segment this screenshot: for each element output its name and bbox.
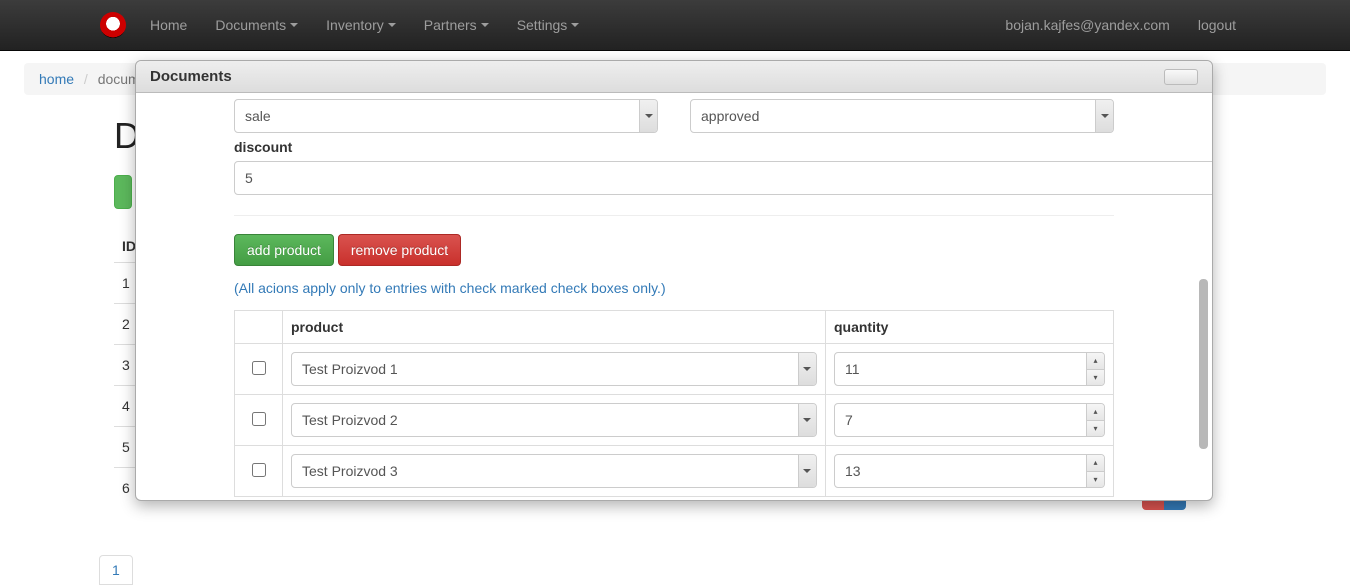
column-quantity: quantity xyxy=(825,311,1113,344)
product-value: Test Proizvod 2 xyxy=(302,412,398,428)
nav-documents[interactable]: Documents xyxy=(201,2,312,48)
spinner-icon[interactable]: ▴▾ xyxy=(1086,353,1104,385)
navbar: Home Documents Inventory Partners Settin… xyxy=(0,0,1350,51)
status-select[interactable]: approved xyxy=(690,99,1114,133)
chevron-down-icon xyxy=(481,23,489,27)
row-checkbox[interactable] xyxy=(252,412,266,426)
table-row: Test Proizvod 1 11 ▴▾ xyxy=(235,344,1114,395)
modal-title: Documents xyxy=(150,68,232,85)
product-select[interactable]: Test Proizvod 3 xyxy=(291,454,817,488)
breadcrumb-separator: / xyxy=(78,71,94,87)
chevron-down-icon xyxy=(290,23,298,27)
column-product: product xyxy=(283,311,826,344)
pagination: 1 xyxy=(99,562,133,578)
product-value: Test Proizvod 1 xyxy=(302,361,398,377)
row-checkbox[interactable] xyxy=(252,361,266,375)
close-button[interactable] xyxy=(1164,69,1198,85)
spinner-icon[interactable]: ▴▾ xyxy=(1086,455,1104,487)
nav-partners[interactable]: Partners xyxy=(410,2,503,48)
nav-documents-label: Documents xyxy=(215,17,286,33)
column-checkbox xyxy=(235,311,283,344)
nav-inventory-label: Inventory xyxy=(326,17,384,33)
chevron-down-icon xyxy=(798,455,816,487)
nav-user[interactable]: bojan.kajfes@yandex.com xyxy=(991,2,1183,48)
chevron-down-icon xyxy=(388,23,396,27)
table-row: 3 xyxy=(114,344,136,385)
type-select[interactable]: sale xyxy=(234,99,658,133)
modal-header: Documents xyxy=(136,61,1212,93)
chevron-down-icon xyxy=(571,23,579,27)
documents-modal: Documents sale approved discount 5 ▴▾ ad… xyxy=(135,60,1213,501)
nav-partners-label: Partners xyxy=(424,17,477,33)
quantity-value: 11 xyxy=(845,361,860,377)
chevron-down-icon xyxy=(639,100,657,132)
products-table: product quantity Test Proizvod 1 11 ▴▾ Te… xyxy=(234,310,1114,497)
quantity-input[interactable]: 7 ▴▾ xyxy=(834,403,1105,437)
helper-text: (All acions apply only to entries with c… xyxy=(234,280,1194,296)
page-1[interactable]: 1 xyxy=(99,555,133,585)
spinner-icon[interactable]: ▴▾ xyxy=(1086,404,1104,436)
nav-inventory[interactable]: Inventory xyxy=(312,2,410,48)
product-select[interactable]: Test Proizvod 2 xyxy=(291,403,817,437)
add-button[interactable] xyxy=(114,175,132,209)
table-row: 1 xyxy=(114,262,136,303)
breadcrumb-home[interactable]: home xyxy=(39,71,74,87)
discount-value: 5 xyxy=(245,170,253,186)
remove-product-button[interactable]: remove product xyxy=(338,234,461,266)
nav-settings[interactable]: Settings xyxy=(503,2,594,48)
product-select[interactable]: Test Proizvod 1 xyxy=(291,352,817,386)
nav-logout[interactable]: logout xyxy=(1184,2,1250,48)
modal-body: sale approved discount 5 ▴▾ add product … xyxy=(136,93,1212,500)
table-row: Test Proizvod 2 7 ▴▾ xyxy=(235,395,1114,446)
table-row: 6 xyxy=(114,467,136,508)
quantity-input[interactable]: 11 ▴▾ xyxy=(834,352,1105,386)
chevron-down-icon xyxy=(798,353,816,385)
quantity-input[interactable]: 13 ▴▾ xyxy=(834,454,1105,488)
table-row: 5 xyxy=(114,426,136,467)
nav-home[interactable]: Home xyxy=(136,2,201,48)
chevron-down-icon xyxy=(1095,100,1113,132)
status-select-value: approved xyxy=(701,108,759,124)
chevron-down-icon xyxy=(798,404,816,436)
divider xyxy=(234,215,1114,216)
add-product-button[interactable]: add product xyxy=(234,234,334,266)
quantity-value: 7 xyxy=(845,412,853,428)
discount-label: discount xyxy=(234,139,1194,155)
table-row: 2 xyxy=(114,303,136,344)
discount-input[interactable]: 5 ▴▾ xyxy=(234,161,1212,195)
product-value: Test Proizvod 3 xyxy=(302,463,398,479)
quantity-value: 13 xyxy=(845,463,861,479)
brand-logo[interactable] xyxy=(100,12,126,38)
type-select-value: sale xyxy=(245,108,271,124)
table-row: Test Proizvod 3 13 ▴▾ xyxy=(235,446,1114,497)
row-checkbox[interactable] xyxy=(252,463,266,477)
table-row: 4 xyxy=(114,385,136,426)
scrollbar[interactable] xyxy=(1199,279,1208,449)
nav-settings-label: Settings xyxy=(517,17,568,33)
